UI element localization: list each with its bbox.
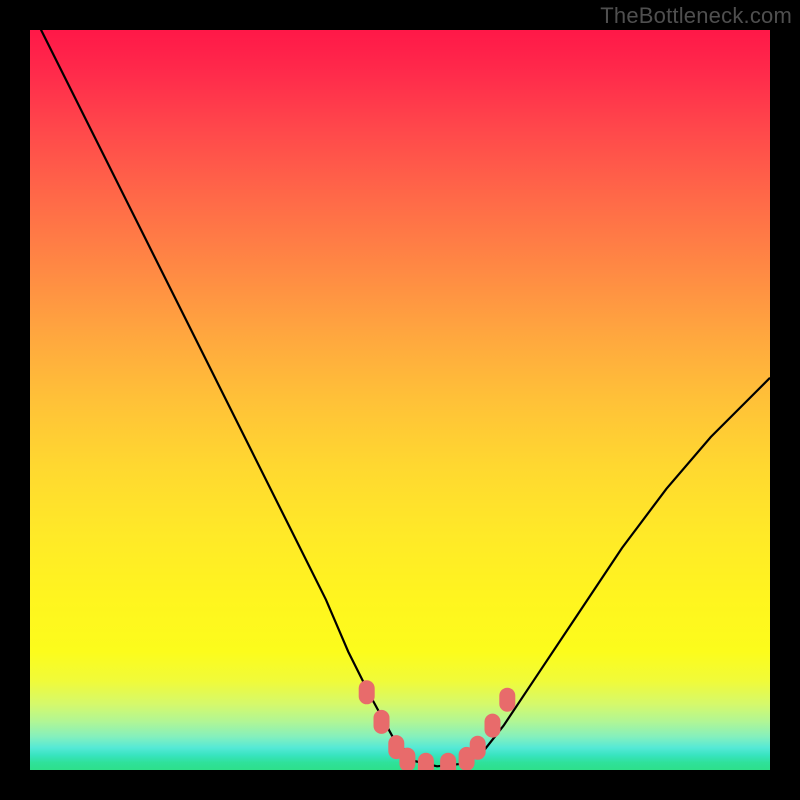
curve-marker [374, 710, 390, 734]
bottleneck-line [30, 30, 770, 766]
curve-marker [399, 748, 415, 770]
curve-marker [418, 753, 434, 770]
chart-frame: TheBottleneck.com [0, 0, 800, 800]
marker-group [359, 680, 516, 770]
plot-area [30, 30, 770, 770]
bottleneck-curve [30, 30, 770, 766]
curve-marker [470, 736, 486, 760]
curve-marker [359, 680, 375, 704]
curve-marker [440, 753, 456, 770]
watermark-text: TheBottleneck.com [600, 3, 792, 29]
curve-marker [485, 714, 501, 738]
curve-layer [30, 30, 770, 770]
curve-marker [499, 688, 515, 712]
